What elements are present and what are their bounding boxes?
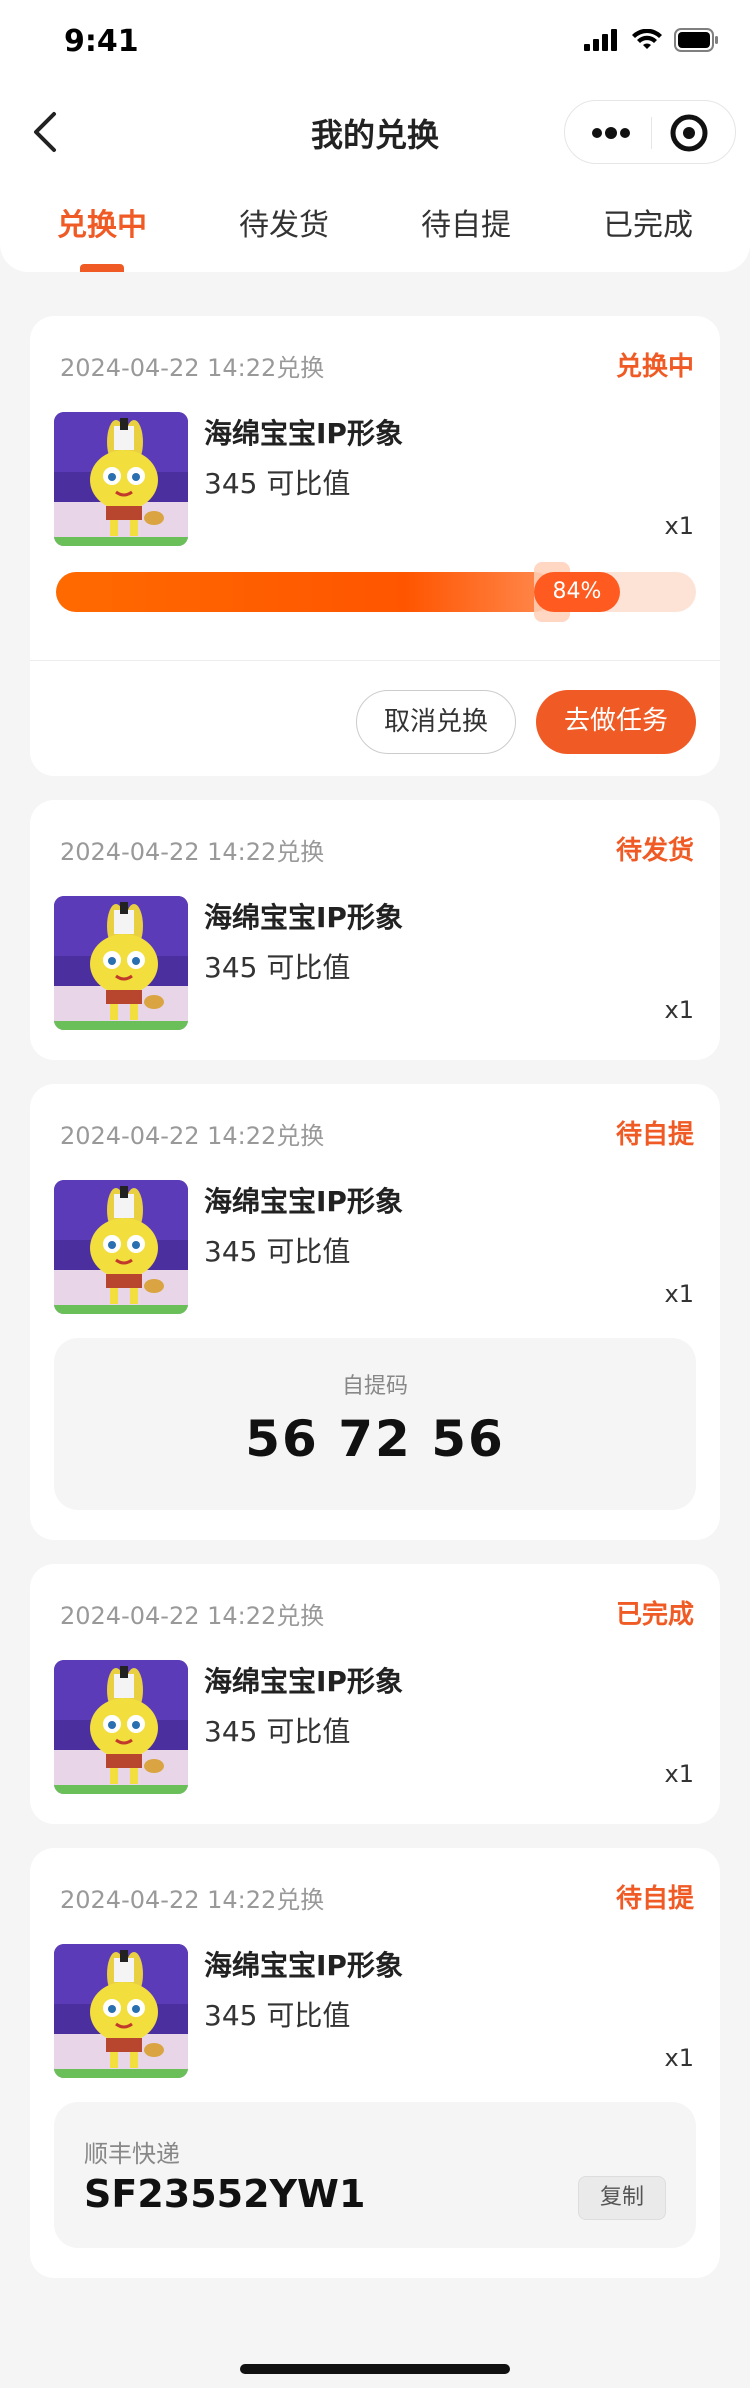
- divider: [30, 660, 720, 661]
- tracking-number: SF23552YW1: [84, 2172, 366, 2216]
- order-card[interactable]: 2024-04-22 14:22兑换 已完成 海绵宝宝IP形象 345 可比值 …: [30, 1564, 720, 1824]
- product-value: 345 可比值: [204, 1999, 351, 2032]
- product-image[interactable]: [54, 896, 188, 1030]
- order-status: 待自提: [615, 1120, 694, 1150]
- tab-to-ship[interactable]: 待发货: [194, 200, 374, 244]
- pickup-code-box: 自提码 56 72 56: [54, 1338, 696, 1510]
- status-icons: [584, 28, 720, 52]
- home-indicator: [240, 2364, 510, 2374]
- product-qty: x1: [664, 996, 694, 1024]
- tab-indicator: [80, 264, 124, 272]
- wifi-icon: [632, 29, 662, 49]
- order-date: 2024-04-22 14:22兑换: [60, 1886, 325, 1914]
- product-name: 海绵宝宝IP形象: [204, 901, 403, 934]
- product-value: 345 可比值: [204, 467, 351, 500]
- order-tabs: 兑换中 待发货 待自提 已完成: [0, 200, 750, 270]
- battery-icon: [674, 28, 718, 52]
- more-icon[interactable]: [587, 119, 635, 147]
- order-status: 已完成: [615, 1600, 694, 1630]
- order-status: 待自提: [615, 1884, 694, 1914]
- progress-label: 84%: [534, 572, 620, 612]
- order-date: 2024-04-22 14:22兑换: [60, 354, 325, 382]
- cancel-exchange-button[interactable]: 取消兑换: [356, 690, 516, 754]
- order-card[interactable]: 2024-04-22 14:22兑换 兑换中 海绵宝宝IP形象 345 可比值 …: [30, 316, 720, 776]
- order-date: 2024-04-22 14:22兑换: [60, 1602, 325, 1630]
- status-time: 9:41: [64, 24, 139, 59]
- order-status: 兑换中: [615, 352, 694, 382]
- product-name: 海绵宝宝IP形象: [204, 1185, 403, 1218]
- order-date: 2024-04-22 14:22兑换: [60, 838, 325, 866]
- product-qty: x1: [664, 1280, 694, 1308]
- tab-completed[interactable]: 已完成: [558, 200, 738, 244]
- order-card[interactable]: 2024-04-22 14:22兑换 待发货 海绵宝宝IP形象 345 可比值 …: [30, 800, 720, 1060]
- product-name: 海绵宝宝IP形象: [204, 1665, 403, 1698]
- product-qty: x1: [664, 1760, 694, 1788]
- copy-tracking-button[interactable]: 复制: [578, 2176, 666, 2220]
- product-qty: x1: [664, 512, 694, 540]
- product-image[interactable]: [54, 412, 188, 546]
- tab-exchanging[interactable]: 兑换中: [12, 200, 192, 244]
- product-image[interactable]: [54, 1944, 188, 2078]
- close-miniprogram-icon[interactable]: [669, 113, 709, 153]
- signal-icon: [584, 29, 617, 51]
- order-date: 2024-04-22 14:22兑换: [60, 1122, 325, 1150]
- express-company: 顺丰快递: [84, 2140, 180, 2168]
- header: 9:41 我的兑换 兑换中 待发货 待自提 已完成: [0, 0, 750, 272]
- product-image[interactable]: [54, 1180, 188, 1314]
- product-value: 345 可比值: [204, 1235, 351, 1268]
- progress-fill: [56, 572, 554, 612]
- product-value: 345 可比值: [204, 951, 351, 984]
- order-card[interactable]: 2024-04-22 14:22兑换 待自提 海绵宝宝IP形象 345 可比值 …: [30, 1084, 720, 1540]
- product-name: 海绵宝宝IP形象: [204, 1949, 403, 1982]
- product-qty: x1: [664, 2044, 694, 2072]
- order-status: 待发货: [615, 836, 694, 866]
- exchange-progress: 84%: [56, 562, 696, 622]
- mini-program-capsule: [564, 100, 736, 164]
- product-name: 海绵宝宝IP形象: [204, 417, 403, 450]
- do-task-button[interactable]: 去做任务: [536, 690, 696, 754]
- tab-pickup[interactable]: 待自提: [376, 200, 556, 244]
- pickup-code-label: 自提码: [341, 1374, 408, 1399]
- express-info-box: 顺丰快递 SF23552YW1 复制: [54, 2102, 696, 2248]
- product-image[interactable]: [54, 1660, 188, 1794]
- product-value: 345 可比值: [204, 1715, 351, 1748]
- order-card[interactable]: 2024-04-22 14:22兑换 待自提 海绵宝宝IP形象 345 可比值 …: [30, 1848, 720, 2278]
- capsule-divider: [651, 117, 652, 149]
- pickup-code: 56 72 56: [245, 1410, 505, 1468]
